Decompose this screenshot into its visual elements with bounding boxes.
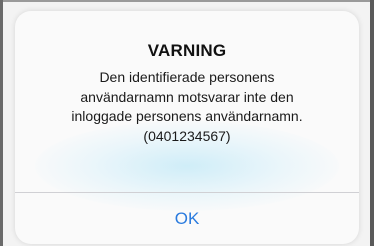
alert-message-line: inloggade personens användarnamn.: [71, 108, 303, 124]
screen-frame-top: [0, 0, 374, 2]
ok-button[interactable]: OK: [15, 193, 359, 244]
screen-frame-right: [370, 0, 374, 246]
alert-message-line: användarnamn motsvarar inte den: [80, 88, 294, 105]
alert-title: VARNING: [147, 41, 227, 60]
screen-frame-left: [0, 0, 3, 246]
alert-message-line: (0401234567): [143, 127, 231, 144]
alert-message-line: Den identifierade personens: [99, 69, 275, 85]
alert-dialog: VARNING Den identifierade personens anvä…: [15, 11, 359, 244]
alert-message: Den identifierade personens användarnamn…: [35, 68, 339, 146]
alert-body: VARNING Den identifierade personens anvä…: [15, 11, 359, 192]
